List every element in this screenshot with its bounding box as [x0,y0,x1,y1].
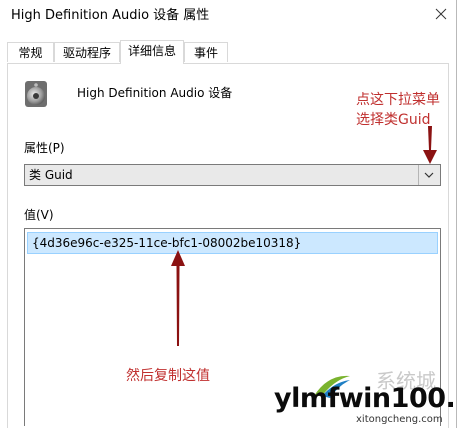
property-label: 属性(P) [24,141,65,155]
speaker-icon [25,81,47,107]
tab-events[interactable]: 事件 [184,42,228,62]
annotation-arrow-icon [423,126,437,164]
property-dropdown[interactable]: 类 Guid [24,164,441,186]
dropdown-button[interactable] [418,165,440,185]
watermark-main: ylmfwin100.com [274,383,456,414]
tab-strip: 常规 驱动程序 详细信息 事件 [7,40,449,64]
properties-dialog: High Definition Audio 设备 属性 常规 驱动程序 详细信息… [0,0,457,428]
tab-details[interactable]: 详细信息 [120,40,184,64]
window-title: High Definition Audio 设备 属性 [11,8,210,23]
tab-label: 常规 [18,46,43,60]
watermark-sub: xitongcheng.com [356,414,443,425]
close-button[interactable] [427,0,456,30]
device-name: High Definition Audio 设备 [77,86,233,100]
guid-value: {4d36e96c-e325-11ce-bfc1-08002be10318} [32,236,302,250]
annotation-dropdown-line1: 点这下拉菜单 [356,92,440,108]
annotation-copy-hint: 然后复制这值 [126,368,210,384]
tab-general[interactable]: 常规 [7,42,54,62]
tab-driver[interactable]: 驱动程序 [54,42,120,62]
watermark: 系统城 ylmfwin100.com xitongcheng.com [268,370,456,425]
title-bar: High Definition Audio 设备 属性 [0,0,456,34]
tab-label: 驱动程序 [62,46,111,60]
value-label: 值(V) [24,208,54,222]
close-icon [435,8,447,20]
chevron-down-icon [424,172,434,178]
tab-label: 事件 [193,46,218,60]
annotation-arrow-icon [171,250,185,346]
list-item[interactable]: {4d36e96c-e325-11ce-bfc1-08002be10318} [27,232,438,254]
tab-label: 详细信息 [127,44,176,58]
property-selected-value: 类 Guid [29,168,73,182]
